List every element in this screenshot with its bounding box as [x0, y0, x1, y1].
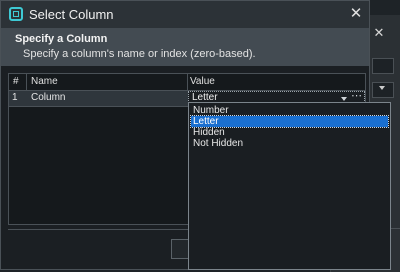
dropdown-option-number[interactable]: Number [191, 105, 388, 116]
value-dropdown-list[interactable]: Number Letter Hidden Not Hidden [188, 102, 391, 270]
dropdown-option-letter[interactable]: Letter [190, 115, 389, 128]
dialog-header: Specify a Column Specify a column's name… [1, 28, 369, 66]
header-title: Specify a Column [15, 33, 108, 45]
chevron-down-icon [379, 86, 385, 90]
app-icon [9, 7, 23, 21]
dropdown-option-hidden[interactable]: Hidden [191, 127, 388, 138]
more-icon[interactable]: ⋯ [351, 89, 362, 102]
dropdown-option-not-hidden[interactable]: Not Hidden [191, 138, 388, 149]
row-index: 1 [12, 92, 18, 103]
chevron-down-icon[interactable] [341, 97, 347, 101]
header-subtitle: Specify a column's name or index (zero-b… [23, 48, 256, 60]
footer-divider [8, 229, 189, 230]
background-close-icon[interactable]: ✕ [372, 26, 386, 40]
close-icon[interactable]: ✕ [348, 6, 364, 22]
row-name[interactable]: Column [31, 92, 65, 103]
ok-button[interactable] [171, 239, 189, 259]
background-field[interactable] [372, 58, 394, 74]
column-header-index[interactable]: # [13, 76, 19, 87]
column-header-name[interactable]: Name [31, 76, 58, 87]
window-title: Select Column [29, 7, 114, 22]
background-dropdown[interactable] [372, 82, 394, 98]
column-header-value[interactable]: Value [190, 76, 215, 87]
title-bar[interactable]: Select Column ✕ [1, 1, 369, 28]
